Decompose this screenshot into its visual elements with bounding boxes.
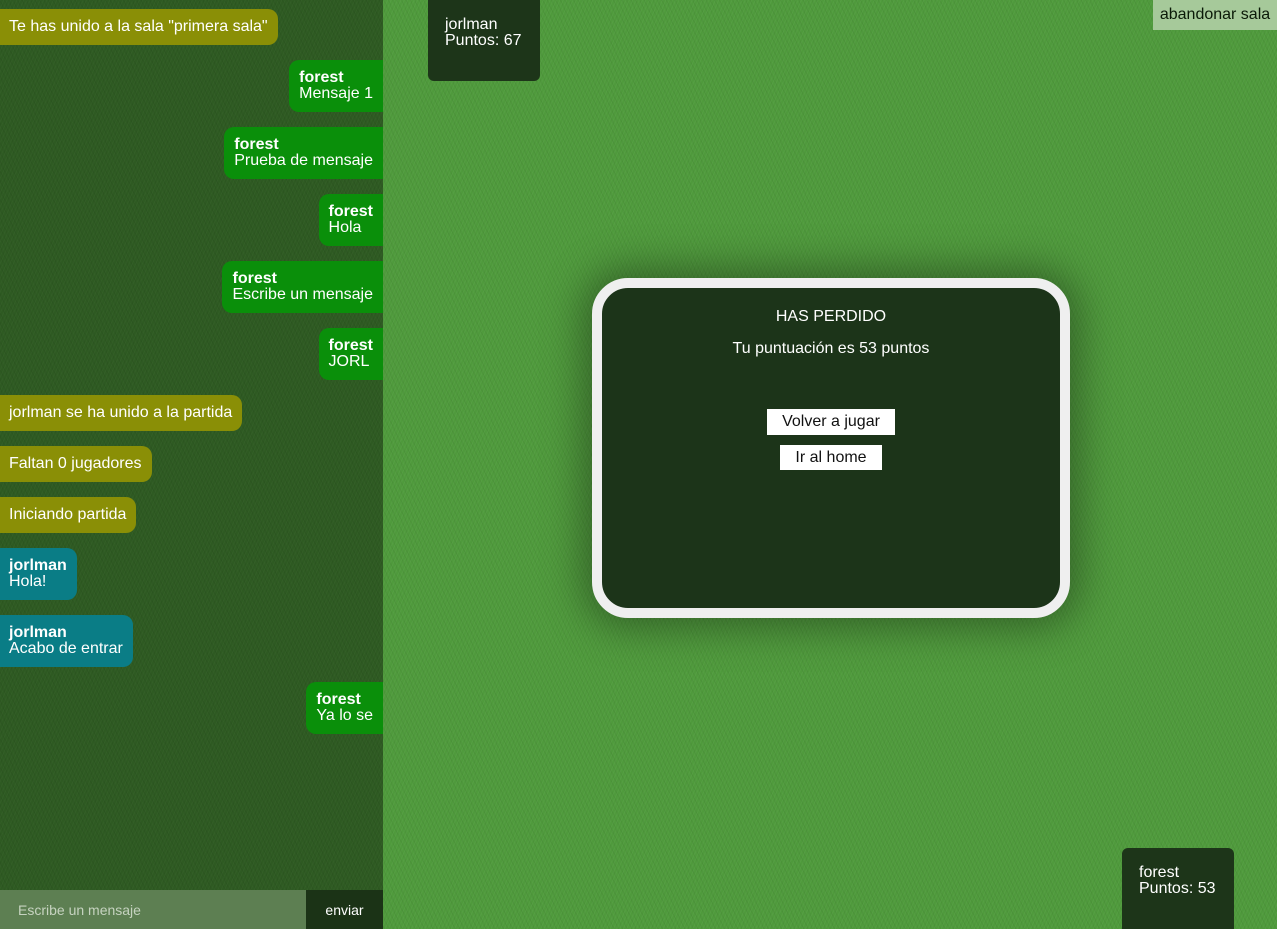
player-score-card: forest Puntos: 53: [1122, 848, 1234, 929]
message-text: Mensaje 1: [299, 85, 373, 102]
message-author: forest: [328, 203, 373, 220]
own-message: forest Ya lo se: [306, 682, 383, 734]
system-message: jorlman se ha unido a la partida: [0, 395, 243, 431]
own-message: forest Prueba de mensaje: [224, 127, 383, 179]
message-text: Hola!: [9, 573, 47, 590]
chat-panel: Te has unido a la sala "primera sala" fo…: [0, 0, 383, 929]
other-message: jorlman Hola!: [0, 548, 77, 600]
game-over-modal: HAS PERDIDO Tu puntuación es 53 puntos V…: [592, 278, 1070, 618]
message-text: Faltan 0 jugadores: [9, 455, 142, 472]
own-message: forest Mensaje 1: [289, 60, 383, 112]
chat-message-input[interactable]: [0, 890, 306, 929]
message-author: forest: [232, 270, 277, 287]
message-text: Hola: [328, 219, 362, 236]
go-home-button[interactable]: Ir al home: [780, 445, 882, 470]
message-author: jorlman: [9, 557, 67, 574]
system-message: Te has unido a la sala "primera sala": [0, 9, 278, 45]
message-author: forest: [328, 337, 373, 354]
message-text: JORL: [328, 353, 370, 370]
own-message: forest Escribe un mensaje: [222, 261, 383, 313]
opponent-points: Puntos: 67: [445, 32, 522, 49]
send-button[interactable]: enviar: [306, 890, 383, 929]
chat-messages: Te has unido a la sala "primera sala" fo…: [0, 0, 383, 890]
message-text: Iniciando partida: [9, 506, 127, 523]
play-again-button[interactable]: Volver a jugar: [767, 409, 895, 435]
opponent-name: jorlman: [445, 16, 498, 33]
message-author: forest: [316, 691, 361, 708]
own-message: forest JORL: [318, 328, 383, 380]
message-text: Prueba de mensaje: [234, 152, 373, 169]
message-text: Ya lo se: [316, 707, 373, 724]
own-message: forest Hola: [318, 194, 383, 246]
opponent-score-card: jorlman Puntos: 67: [428, 0, 540, 81]
chat-form: enviar: [0, 890, 383, 929]
leave-room-button[interactable]: abandonar sala: [1153, 0, 1277, 30]
final-score-text: Tu puntuación es 53 puntos: [732, 340, 930, 357]
system-message: Iniciando partida: [0, 497, 137, 533]
message-text: Acabo de entrar: [9, 640, 123, 657]
message-text: Escribe un mensaje: [232, 286, 373, 303]
message-author: forest: [234, 136, 279, 153]
player-name: forest: [1139, 864, 1180, 881]
modal-title: HAS PERDIDO: [775, 308, 887, 325]
player-points: Puntos: 53: [1139, 880, 1216, 897]
system-message: Faltan 0 jugadores: [0, 446, 152, 482]
message-text: jorlman se ha unido a la partida: [9, 404, 233, 421]
other-message: jorlman Acabo de entrar: [0, 615, 133, 667]
message-author: forest: [299, 69, 344, 86]
message-text: Te has unido a la sala "primera sala": [9, 18, 268, 35]
message-author: jorlman: [9, 624, 67, 641]
